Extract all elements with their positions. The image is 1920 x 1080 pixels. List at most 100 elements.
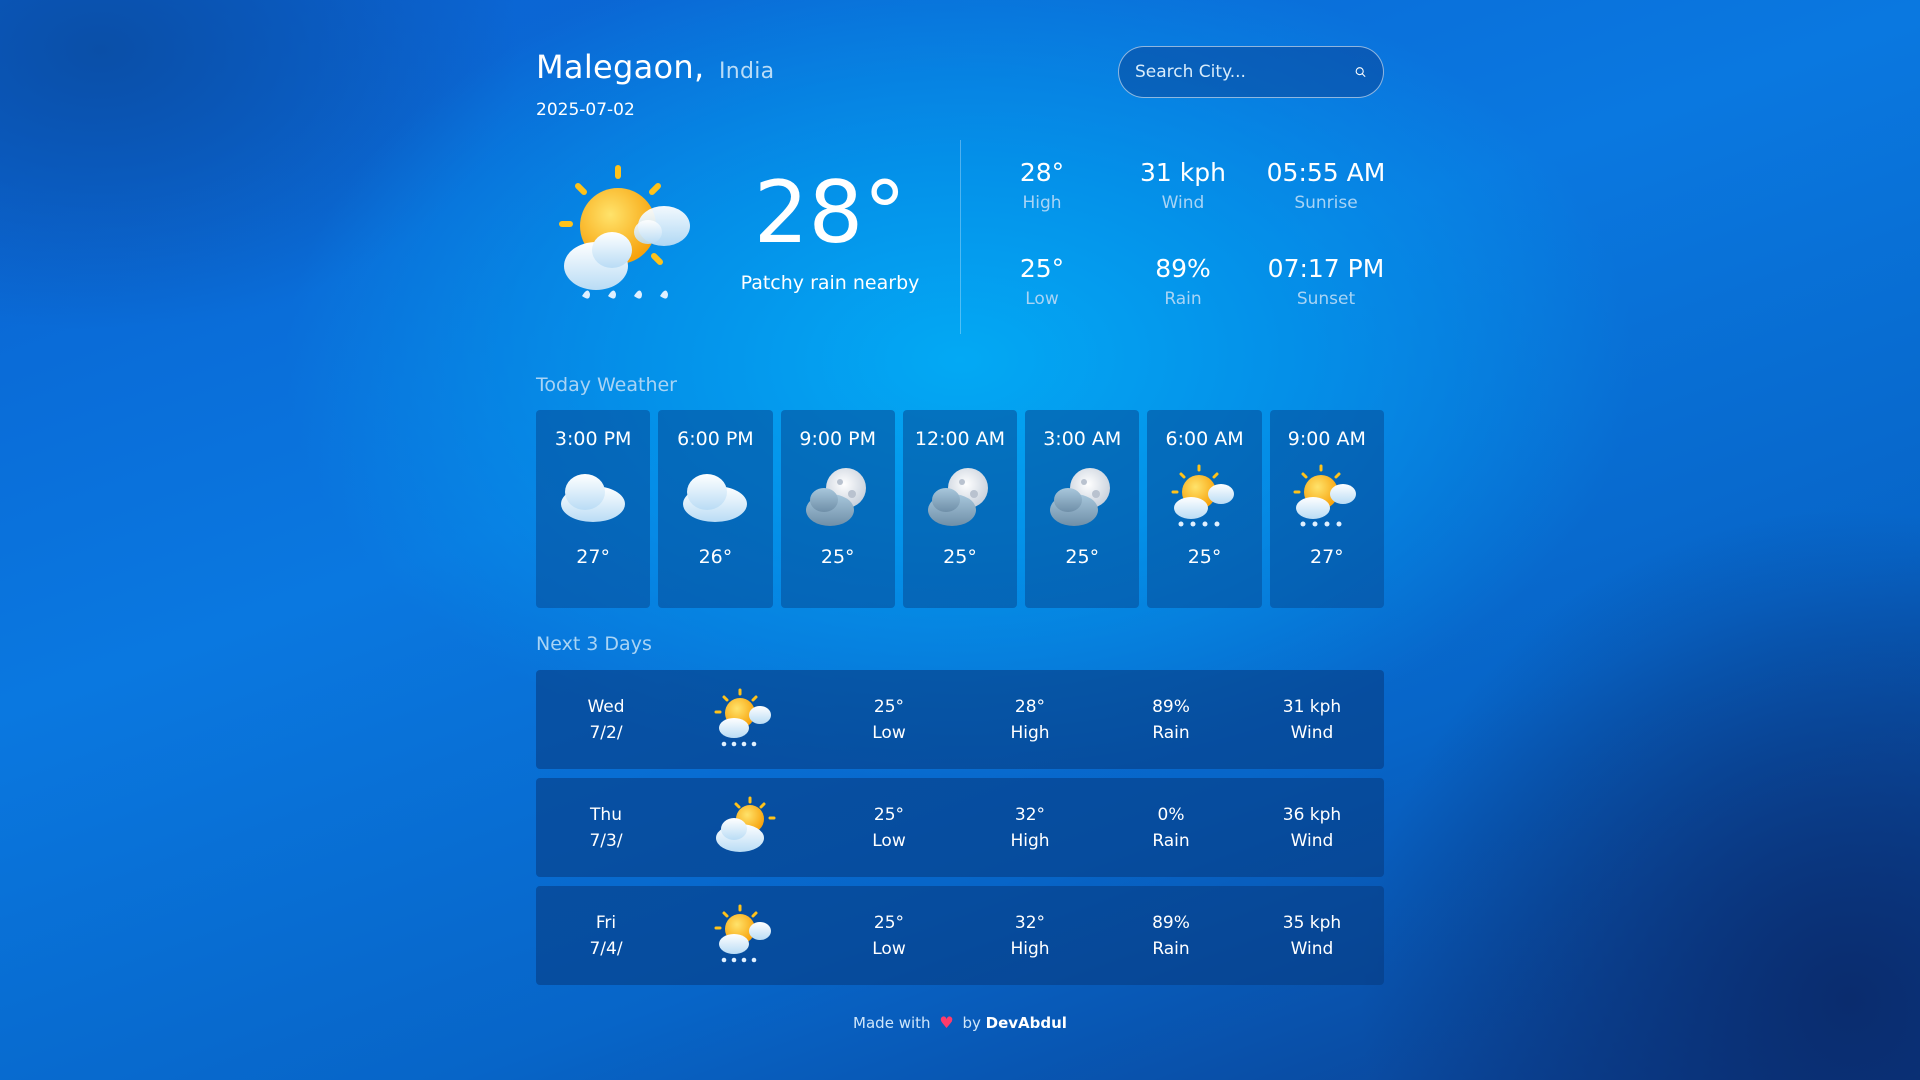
- wind-value: 31 kph: [1282, 697, 1342, 717]
- day-row[interactable]: Wed 7/2/ 25° Low 28° High 89% Rain 31 kp…: [536, 670, 1384, 769]
- hourly-card[interactable]: 9:00 PM 25°: [780, 410, 895, 608]
- wind-label: Wind: [1290, 831, 1334, 851]
- hourly-card[interactable]: 9:00 AM 27°: [1269, 410, 1384, 608]
- current-temperature: 28°: [753, 163, 907, 263]
- rain-label: Rain: [1152, 831, 1190, 851]
- day-low: 25° Low: [829, 910, 949, 962]
- divider: [960, 140, 961, 334]
- stat-high: 28° High: [977, 158, 1107, 213]
- day-wind: 35 kph Wind: [1252, 910, 1372, 962]
- day-date: 7/3/: [589, 831, 623, 851]
- hour-time: 6:00 AM: [1165, 428, 1244, 450]
- low-label: Low: [872, 831, 906, 851]
- high-value: 28°: [1014, 697, 1046, 717]
- stat-value: 31 kph: [1140, 158, 1226, 187]
- high-value: 32°: [1014, 805, 1046, 825]
- search-box[interactable]: [1118, 46, 1384, 98]
- stat-label: Wind: [1161, 193, 1205, 213]
- footer-text: Made with: [853, 1014, 931, 1032]
- hour-time: 3:00 PM: [554, 428, 632, 450]
- stat-value: 07:17 PM: [1267, 254, 1385, 283]
- day-name: Wed: [587, 697, 625, 717]
- hour-temp: 25°: [1065, 546, 1100, 568]
- day-high: 28° High: [970, 694, 1090, 746]
- author-link[interactable]: DevAbdul: [986, 1014, 1067, 1032]
- sun-cloud-rain-icon: [714, 688, 771, 747]
- hourly-card[interactable]: 3:00 AM 25°: [1025, 410, 1140, 608]
- current-date: 2025-07-02: [536, 100, 635, 120]
- high-label: High: [1010, 831, 1050, 851]
- stat-label: Rain: [1164, 289, 1202, 309]
- day-row[interactable]: Fri 7/4/ 25° Low 32° High 89% Rain 35 kp…: [536, 886, 1384, 985]
- stat-value: 89%: [1155, 254, 1211, 283]
- day-rain: 89% Rain: [1111, 910, 1231, 962]
- header: Malegaon, India 2025-07-02: [536, 46, 1384, 128]
- rain-value: 89%: [1152, 913, 1190, 933]
- high-label: High: [1010, 939, 1050, 959]
- wind-value: 36 kph: [1282, 805, 1342, 825]
- stat-label: High: [1022, 193, 1062, 213]
- stat-value: 05:55 AM: [1266, 158, 1386, 187]
- sun-cloud-rain-icon: [559, 165, 690, 299]
- day-name: Fri: [595, 913, 617, 933]
- wind-value: 35 kph: [1282, 913, 1342, 933]
- day-name: Thu: [590, 805, 622, 825]
- current-weather: 28° Patchy rain nearby 28° High 31 kph W…: [536, 140, 1385, 334]
- stat-label: Sunrise: [1294, 193, 1358, 213]
- city-name: Malegaon,: [536, 48, 705, 86]
- day-wind: 36 kph Wind: [1252, 802, 1372, 854]
- hourly-forecast: 3:00 PM 27° 6:00 PM 26° 9:00 PM 25° 12:0…: [536, 410, 1384, 608]
- country-name: India: [718, 59, 775, 84]
- high-label: High: [1010, 723, 1050, 743]
- hourly-card[interactable]: 12:00 AM 25°: [902, 410, 1018, 608]
- stat-low: 25° Low: [977, 254, 1107, 309]
- hour-time: 12:00 AM: [914, 428, 1006, 450]
- stat-value: 25°: [1019, 254, 1065, 283]
- day-rain: 0% Rain: [1111, 802, 1231, 854]
- day-date: 7/2/: [589, 723, 623, 743]
- search-input[interactable]: [1135, 62, 1354, 82]
- hour-temp: 26°: [698, 546, 733, 568]
- low-value: 25°: [873, 913, 905, 933]
- current-condition: Patchy rain nearby: [740, 272, 920, 294]
- rain-label: Rain: [1152, 723, 1190, 743]
- day-name-date: Thu 7/3/: [546, 802, 666, 854]
- stat-sunrise: 05:55 AM Sunrise: [1251, 158, 1401, 213]
- hourly-card[interactable]: 6:00 AM 25°: [1147, 410, 1262, 608]
- day-date: 7/4/: [589, 939, 623, 959]
- low-label: Low: [872, 723, 906, 743]
- sun-cloud-rain-icon: [1293, 464, 1356, 527]
- stat-value: 28°: [1019, 158, 1065, 187]
- daily-forecast: Wed 7/2/ 25° Low 28° High 89% Rain 31 kp…: [536, 670, 1384, 994]
- stat-label: Low: [1025, 289, 1059, 309]
- moon-cloud-icon: [1050, 468, 1111, 526]
- day-wind: 31 kph Wind: [1252, 694, 1372, 746]
- hour-temp: 27°: [1309, 546, 1344, 568]
- footer-by: by: [962, 1014, 981, 1032]
- hourly-card[interactable]: 3:00 PM 27°: [536, 410, 651, 608]
- sun-cloud-icon: [716, 796, 776, 852]
- day-high: 32° High: [970, 802, 1090, 854]
- wind-label: Wind: [1290, 723, 1334, 743]
- footer: Made with ♥ by DevAbdul: [536, 1013, 1384, 1032]
- hour-temp: 25°: [820, 546, 855, 568]
- moon-cloud-icon: [805, 468, 866, 526]
- daily-section-title: Next 3 Days: [536, 633, 652, 655]
- moon-cloud-icon: [927, 468, 988, 526]
- search-icon[interactable]: [1354, 62, 1367, 82]
- hour-temp: 25°: [943, 546, 977, 568]
- hour-time: 3:00 AM: [1043, 428, 1122, 450]
- wind-label: Wind: [1290, 939, 1334, 959]
- stat-rain: 89% Rain: [1118, 254, 1248, 309]
- sun-cloud-rain-icon: [714, 904, 771, 963]
- hour-temp: 25°: [1187, 546, 1222, 568]
- cloud-icon: [683, 474, 748, 522]
- day-low: 25° Low: [829, 802, 949, 854]
- hourly-section-title: Today Weather: [536, 374, 677, 396]
- heart-icon: ♥: [939, 1013, 954, 1032]
- stat-wind: 31 kph Wind: [1118, 158, 1248, 213]
- hourly-card[interactable]: 6:00 PM 26°: [658, 410, 773, 608]
- low-value: 25°: [873, 697, 905, 717]
- location-title: Malegaon, India: [536, 48, 774, 86]
- day-row[interactable]: Thu 7/3/ 25° Low 32° High 0% Rain 36 kph…: [536, 778, 1384, 877]
